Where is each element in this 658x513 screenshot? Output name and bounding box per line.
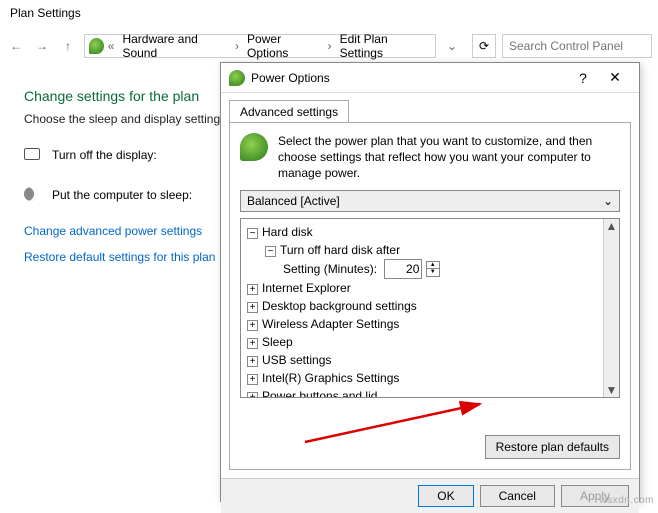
power-plan-icon (240, 133, 268, 161)
close-button[interactable]: ✕ (599, 69, 631, 86)
tree-setting-minutes: Setting (Minutes): 20 ▲▼ (247, 259, 597, 279)
tree-power-buttons[interactable]: +Power buttons and lid (247, 387, 597, 397)
spinner[interactable]: ▲▼ (426, 261, 440, 277)
intro-row: Select the power plan that you want to c… (240, 133, 620, 182)
tree-desktop-bg[interactable]: +Desktop background settings (247, 297, 597, 315)
nav-bar: ← → ↑ « Hardware and Sound › Power Optio… (0, 28, 658, 64)
nav-forward-icon[interactable]: → (32, 36, 52, 56)
dropdown-icon[interactable]: ⌄ (442, 36, 462, 56)
breadcrumb[interactable]: « Hardware and Sound › Power Options › E… (84, 34, 436, 58)
tree-sleep[interactable]: +Sleep (247, 333, 597, 351)
breadcrumb-item[interactable]: Edit Plan Settings (336, 32, 431, 60)
tree-ie[interactable]: +Internet Explorer (247, 279, 597, 297)
tree-intel-graphics[interactable]: +Intel(R) Graphics Settings (247, 369, 597, 387)
tree-usb[interactable]: +USB settings (247, 351, 597, 369)
expand-icon[interactable]: + (247, 392, 258, 397)
chevron-down-icon: ⌄ (603, 194, 613, 208)
expand-icon[interactable]: + (247, 356, 258, 367)
help-button[interactable]: ? (567, 70, 599, 86)
scroll-up-icon[interactable]: ▲ (606, 219, 618, 233)
intro-text: Select the power plan that you want to c… (278, 133, 620, 182)
collapse-icon[interactable]: − (265, 246, 276, 257)
spin-up-icon[interactable]: ▲ (427, 262, 439, 269)
moon-icon (24, 187, 42, 204)
power-icon (229, 70, 245, 86)
setting-label: Setting (Minutes): (283, 262, 377, 276)
dialog-titlebar: Power Options ? ✕ (221, 63, 639, 93)
sleep-label: Put the computer to sleep: (52, 188, 222, 202)
chevron-right-icon: › (233, 39, 241, 53)
spin-down-icon[interactable]: ▼ (427, 269, 439, 276)
chevron-right-icon: › (326, 39, 334, 53)
cancel-button[interactable]: Cancel (480, 485, 555, 507)
power-icon (89, 38, 104, 54)
minutes-input[interactable]: 20 (384, 259, 422, 279)
expand-icon[interactable]: + (247, 320, 258, 331)
breadcrumb-item[interactable]: Power Options (243, 32, 324, 60)
display-label: Turn off the display: (52, 148, 222, 162)
collapse-icon[interactable]: − (247, 228, 258, 239)
nav-back-icon[interactable]: ← (6, 36, 26, 56)
tab-body: Select the power plan that you want to c… (229, 122, 631, 470)
plan-select[interactable]: Balanced [Active] ⌄ (240, 190, 620, 212)
search-input[interactable] (502, 34, 652, 58)
plan-select-label: Balanced [Active] (247, 194, 340, 208)
tab-strip: Advanced settings (221, 93, 639, 122)
window-title: Plan Settings (0, 0, 658, 28)
expand-icon[interactable]: + (247, 374, 258, 385)
tree-hard-disk[interactable]: −Hard disk (247, 223, 597, 241)
breadcrumb-item[interactable]: Hardware and Sound (118, 32, 231, 60)
power-options-dialog: Power Options ? ✕ Advanced settings Sele… (220, 62, 640, 502)
tab-advanced[interactable]: Advanced settings (229, 100, 349, 123)
scrollbar[interactable]: ▲ ▼ (603, 219, 619, 397)
restore-defaults-button[interactable]: Restore plan defaults (485, 435, 620, 459)
expand-icon[interactable]: + (247, 302, 258, 313)
dialog-title: Power Options (251, 71, 567, 85)
expand-icon[interactable]: + (247, 284, 258, 295)
expand-icon[interactable]: + (247, 338, 258, 349)
tree-turn-off-hdd[interactable]: −Turn off hard disk after (247, 241, 597, 259)
chevron-left-icon: « (106, 39, 117, 53)
tree-wireless[interactable]: +Wireless Adapter Settings (247, 315, 597, 333)
scroll-down-icon[interactable]: ▼ (606, 383, 618, 397)
ok-button[interactable]: OK (418, 485, 473, 507)
settings-tree: −Hard disk −Turn off hard disk after Set… (240, 218, 620, 398)
refresh-button[interactable]: ⟳ (472, 34, 496, 58)
display-icon (24, 148, 42, 163)
watermark: wsxdn.com (599, 495, 654, 506)
nav-up-icon[interactable]: ↑ (58, 36, 78, 56)
